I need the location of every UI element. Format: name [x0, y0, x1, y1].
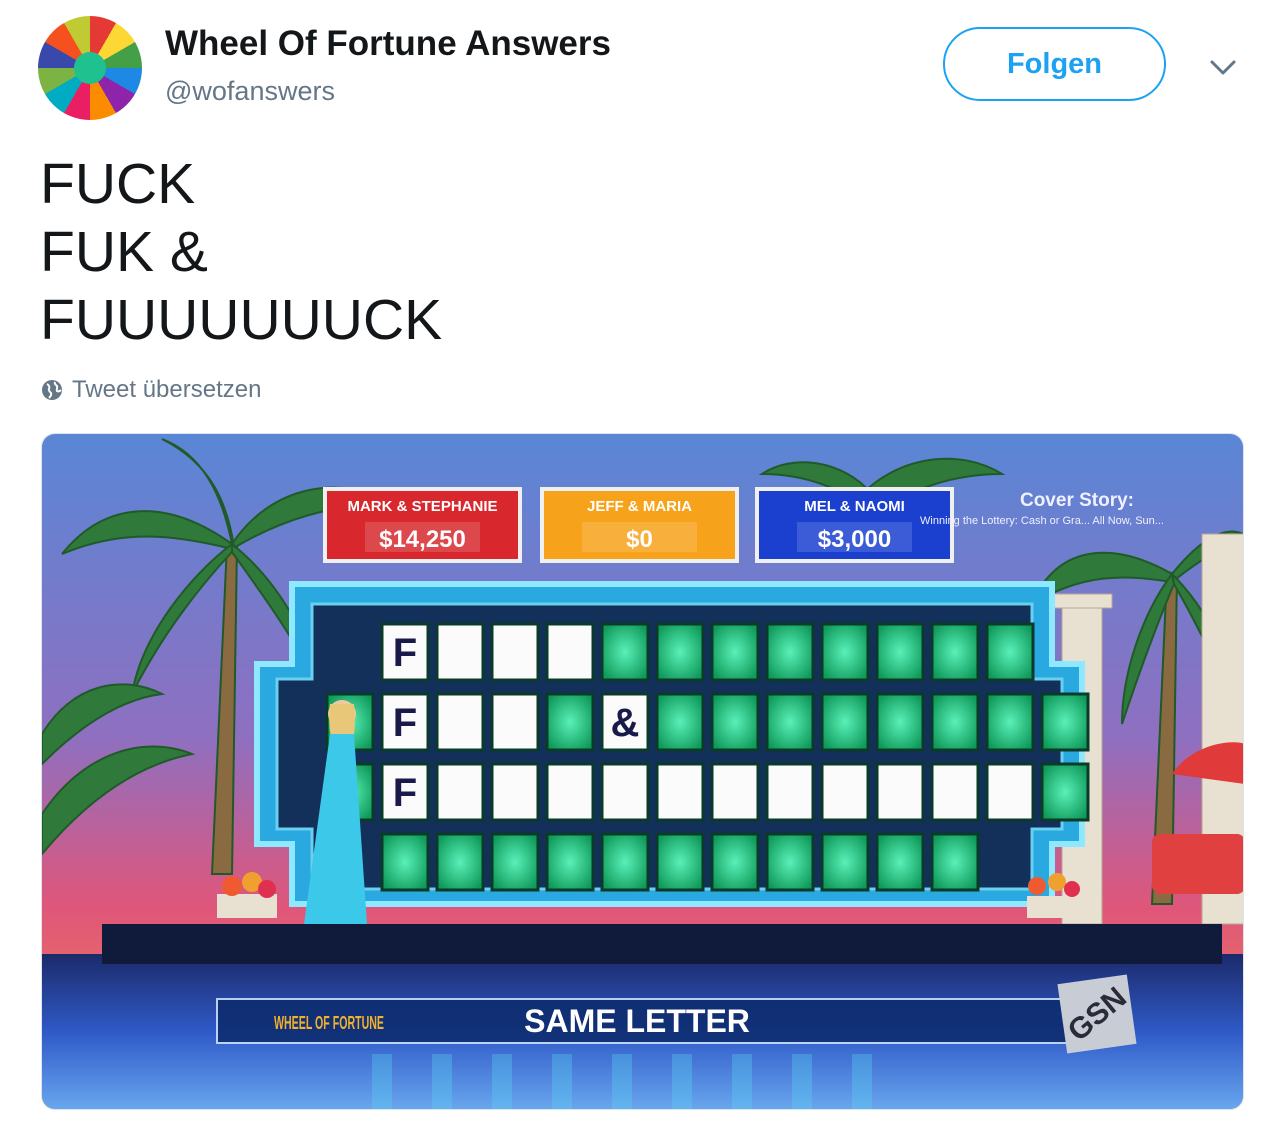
blank-tile [710, 622, 760, 682]
chevron-down-icon[interactable] [1208, 52, 1238, 82]
letter-tile [545, 622, 595, 682]
stage-platform [102, 924, 1222, 964]
blank-tile [765, 832, 815, 892]
tile-letter: & [611, 701, 640, 745]
tweet-media-image[interactable]: F F & F MARK & STEPHANIE $14,250 JEFF & MARIA… [41, 433, 1244, 1110]
user-handle[interactable]: @wofanswers [165, 76, 335, 107]
blank-tile [820, 832, 870, 892]
show-logo: WHEEL OF FORTUNE [274, 1013, 384, 1033]
blank-tile [930, 832, 980, 892]
letter-tile [435, 622, 485, 682]
tweet-line: FUUUUUUUCK [40, 288, 443, 352]
blank-tile [765, 622, 815, 682]
blank-tile [655, 622, 705, 682]
letter-tile [490, 622, 540, 682]
letter-tile [490, 692, 540, 752]
blank-tile [820, 622, 870, 682]
tweet-line: FUK & [40, 220, 208, 284]
display-name[interactable]: Wheel Of Fortune Answers [165, 24, 611, 64]
blank-tile [765, 692, 815, 752]
tweet-text: FUCK FUK & FUUUUUUUCK [40, 150, 442, 354]
score-displays: MARK & STEPHANIE $14,250 JEFF & MARIA $0 MEL… [323, 487, 954, 563]
blank-tile [875, 832, 925, 892]
blank-tile [545, 692, 595, 752]
letter-tile: & [600, 692, 650, 752]
translate-tweet-link[interactable]: Tweet übersetzen [40, 376, 261, 404]
contestant-names: MARK & STEPHANIE [347, 498, 497, 515]
letter-tile [820, 762, 870, 822]
blank-tile [985, 622, 1035, 682]
blank-tile [380, 832, 430, 892]
letter-tile [435, 692, 485, 752]
letter-tile [655, 762, 705, 822]
letter-tile [545, 762, 595, 822]
game-show-scene: FF &F MARK & STEPHANIE$14,250JEFF & MARIA… [42, 434, 1243, 1109]
floor-reflections [372, 1054, 872, 1109]
wheel-hub [74, 52, 106, 84]
globe-icon [42, 380, 62, 400]
blank-tile [875, 692, 925, 752]
blank-tile [490, 832, 540, 892]
letter-tile [875, 762, 925, 822]
contestant-score: MARK & STEPHANIE $14,250 [323, 487, 522, 563]
blank-tile [875, 622, 925, 682]
contestant-score-value: $0 [626, 526, 653, 553]
blank-tile [1040, 762, 1090, 822]
tweet-line: FUCK [40, 152, 196, 216]
blank-tile [600, 832, 650, 892]
contestant-score-value: $14,250 [379, 526, 466, 553]
contestant-names: MEL & NAOMI [804, 498, 905, 515]
letter-tile [985, 762, 1035, 822]
contestant-score: JEFF & MARIA $0 [540, 487, 739, 563]
blank-tile [1040, 692, 1090, 752]
tile-letter: F [393, 701, 417, 745]
tile-letter: F [393, 631, 417, 675]
blank-tile [930, 622, 980, 682]
cover-story-text: Winning the Lottery: Cash or Gra... All … [920, 515, 1164, 527]
blank-tile [600, 622, 650, 682]
profile-avatar[interactable] [38, 16, 142, 120]
letter-tile [930, 762, 980, 822]
blank-tile [545, 832, 595, 892]
blank-tile [930, 692, 980, 752]
translate-label: Tweet übersetzen [72, 376, 262, 403]
blank-tile [985, 692, 1035, 752]
blank-tile [435, 832, 485, 892]
letter-tile [435, 762, 485, 822]
follow-button[interactable]: Folgen [943, 27, 1166, 101]
blank-tile [655, 692, 705, 752]
blank-tile [820, 692, 870, 752]
blank-tile [710, 832, 760, 892]
letter-tile: F [380, 622, 430, 682]
letter-tile: F [380, 692, 430, 752]
cover-story-title: Cover Story: [1020, 490, 1134, 511]
tile-letter: F [393, 771, 417, 815]
letter-tile [765, 762, 815, 822]
contestant-score-value: $3,000 [818, 526, 891, 553]
letter-tile [710, 762, 760, 822]
contestant-names: JEFF & MARIA [587, 498, 692, 515]
blank-tile [710, 692, 760, 752]
letter-tile [490, 762, 540, 822]
letter-tile: F [380, 762, 430, 822]
category-text: SAME LETTER [524, 1003, 750, 1039]
blank-tile [655, 832, 705, 892]
letter-tile [600, 762, 650, 822]
